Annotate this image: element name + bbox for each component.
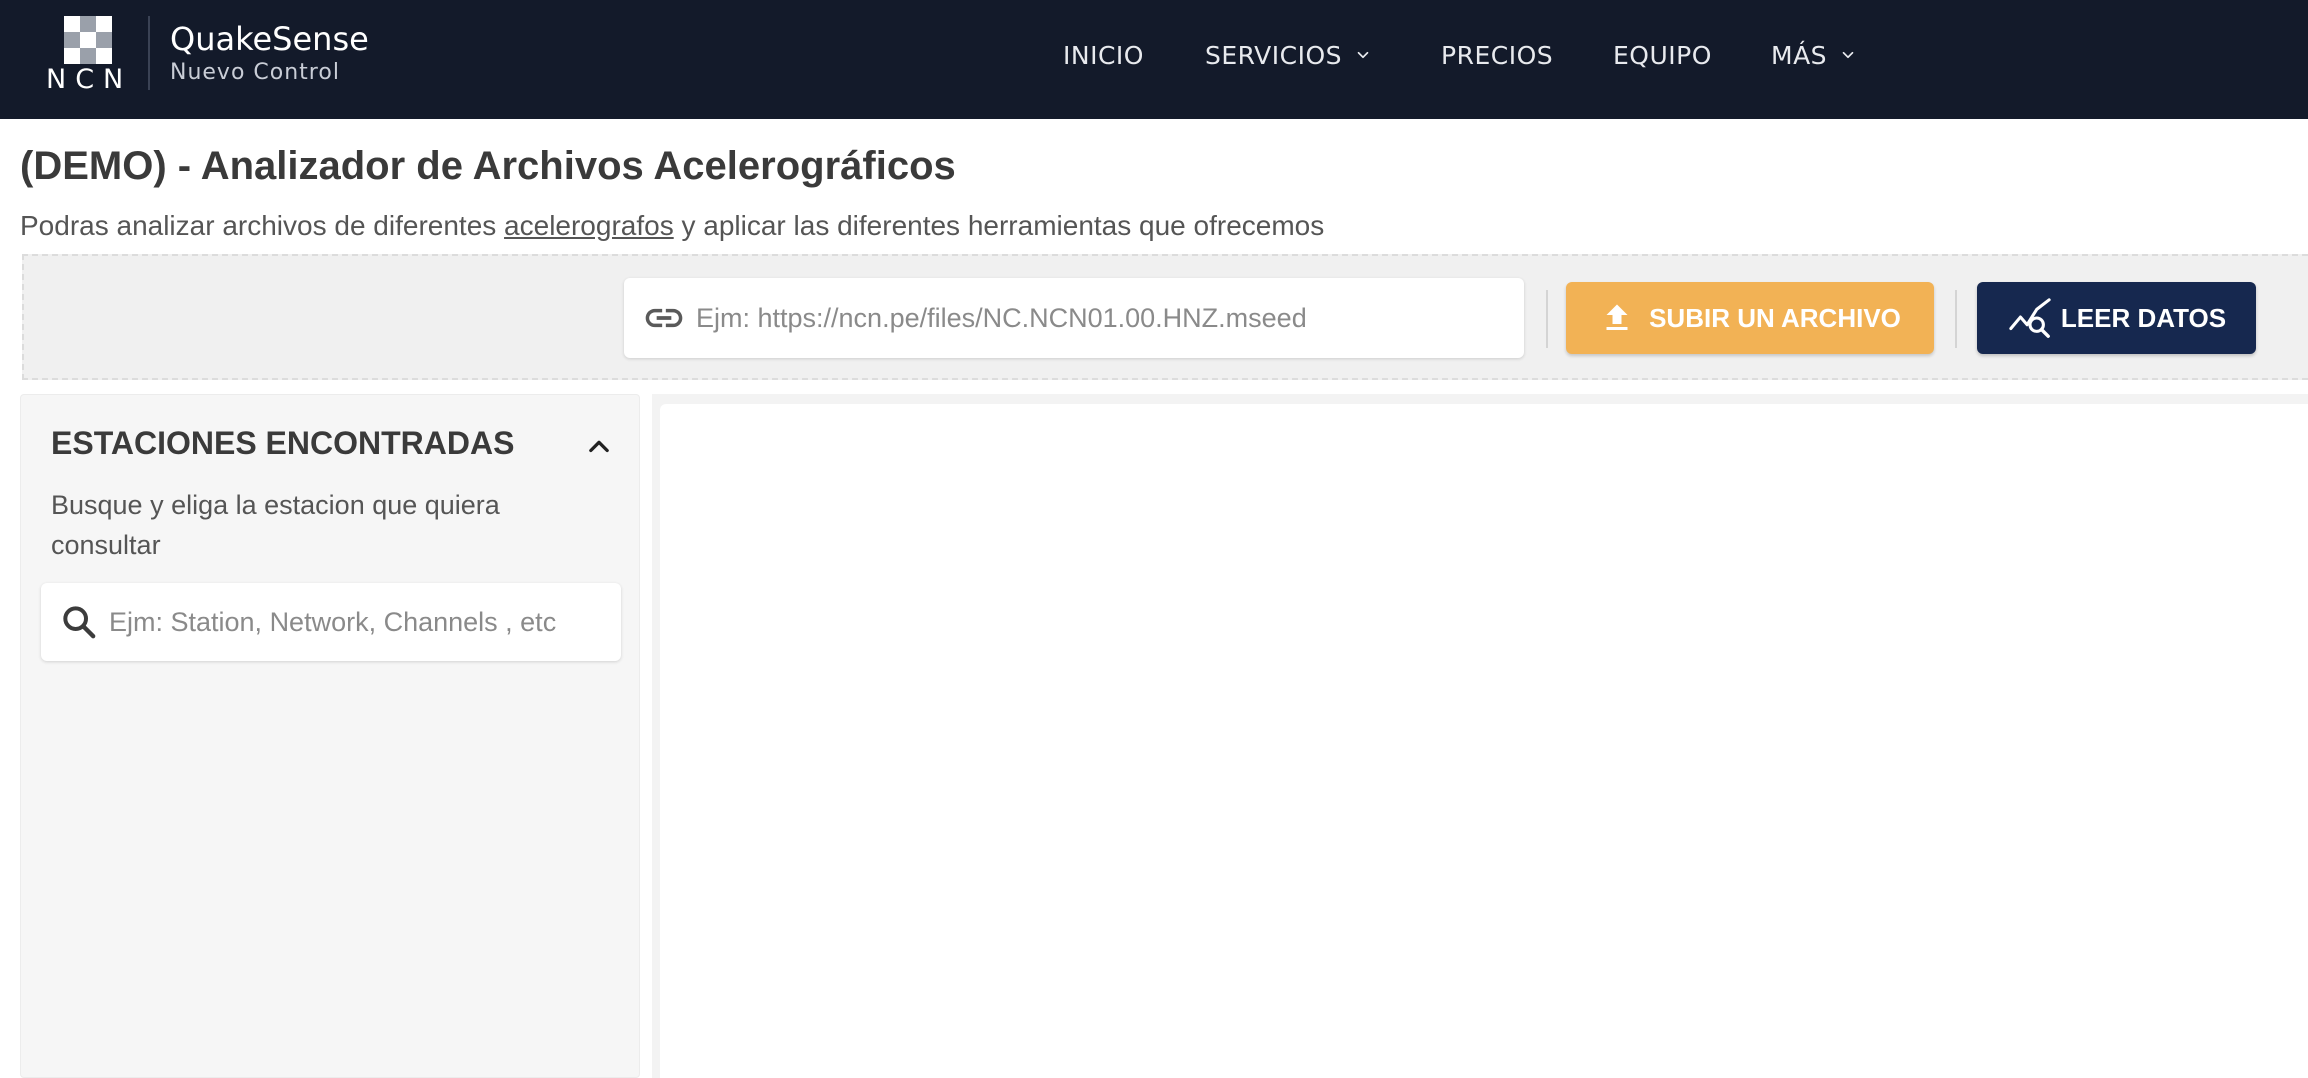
nav-item-mas[interactable]: MÁS	[1771, 38, 1857, 72]
link-icon	[645, 308, 683, 328]
brand-logo[interactable]: NCN	[44, 16, 134, 96]
chevron-down-icon	[1842, 51, 1854, 59]
url-field[interactable]	[624, 278, 1524, 358]
chevron-up-icon	[589, 440, 609, 453]
upload-button-label: SUBIR UN ARCHIVO	[1649, 302, 1901, 333]
top-navbar: NCN QuakeSense Nuevo Control INICIO SERV…	[0, 0, 2308, 119]
nav-item-precios[interactable]: PRECIOS	[1441, 38, 1553, 72]
nav-item-servicios[interactable]: SERVICIOS	[1205, 38, 1372, 72]
read-button-label: LEER DATOS	[2060, 302, 2227, 333]
nav-item-equipo[interactable]: EQUIPO	[1613, 38, 1712, 72]
acelerografos-link[interactable]: acelerografos	[504, 210, 674, 241]
subtitle-text-after: y aplicar las diferentes herramientas qu…	[673, 210, 1325, 241]
upload-icon	[1606, 304, 1628, 330]
stations-panel-title: ESTACIONES ENCONTRADAS	[51, 425, 515, 461]
brand-tagline: Nuevo Control	[170, 60, 340, 85]
chevron-down-icon	[1357, 51, 1369, 59]
logo-squares-icon	[64, 16, 112, 64]
upload-file-button[interactable]: SUBIR UN ARCHIVO	[1566, 282, 1934, 354]
nav-item-label: INICIO	[1063, 40, 1144, 70]
read-data-button[interactable]: LEER DATOS	[1977, 282, 2256, 354]
nav-item-label: PRECIOS	[1441, 40, 1554, 70]
page-title: (DEMO) - Analizador de Archivos Acelerog…	[20, 144, 956, 188]
toolbar-divider	[1955, 290, 1957, 348]
nav-item-label: SERVICIOS	[1205, 40, 1343, 70]
station-search-field[interactable]	[41, 583, 621, 661]
station-search-input[interactable]	[109, 606, 609, 638]
stations-panel-description: Busque y eliga la estacion que quiera co…	[51, 490, 500, 560]
search-icon	[63, 606, 96, 639]
results-panel	[660, 404, 2308, 1078]
subtitle-text-before: Podras analizar archivos de diferentes	[20, 210, 505, 241]
stations-panel: ESTACIONES ENCONTRADAS Busque y eliga la…	[20, 394, 640, 1078]
chart-search-icon	[2009, 298, 2051, 338]
collapse-panel-button[interactable]	[577, 425, 621, 469]
logo-text: NCN	[46, 64, 133, 95]
logo-divider	[148, 16, 150, 90]
url-input[interactable]	[696, 302, 1516, 334]
nav-item-label: EQUIPO	[1613, 40, 1712, 70]
nav-item-label: MÁS	[1771, 40, 1828, 70]
toolbar-divider	[1546, 290, 1548, 348]
brand-name: QuakeSense	[170, 20, 369, 58]
nav-item-inicio[interactable]: INICIO	[1063, 38, 1144, 72]
page-subtitle: Podras analizar archivos de diferentes a…	[20, 210, 1324, 242]
